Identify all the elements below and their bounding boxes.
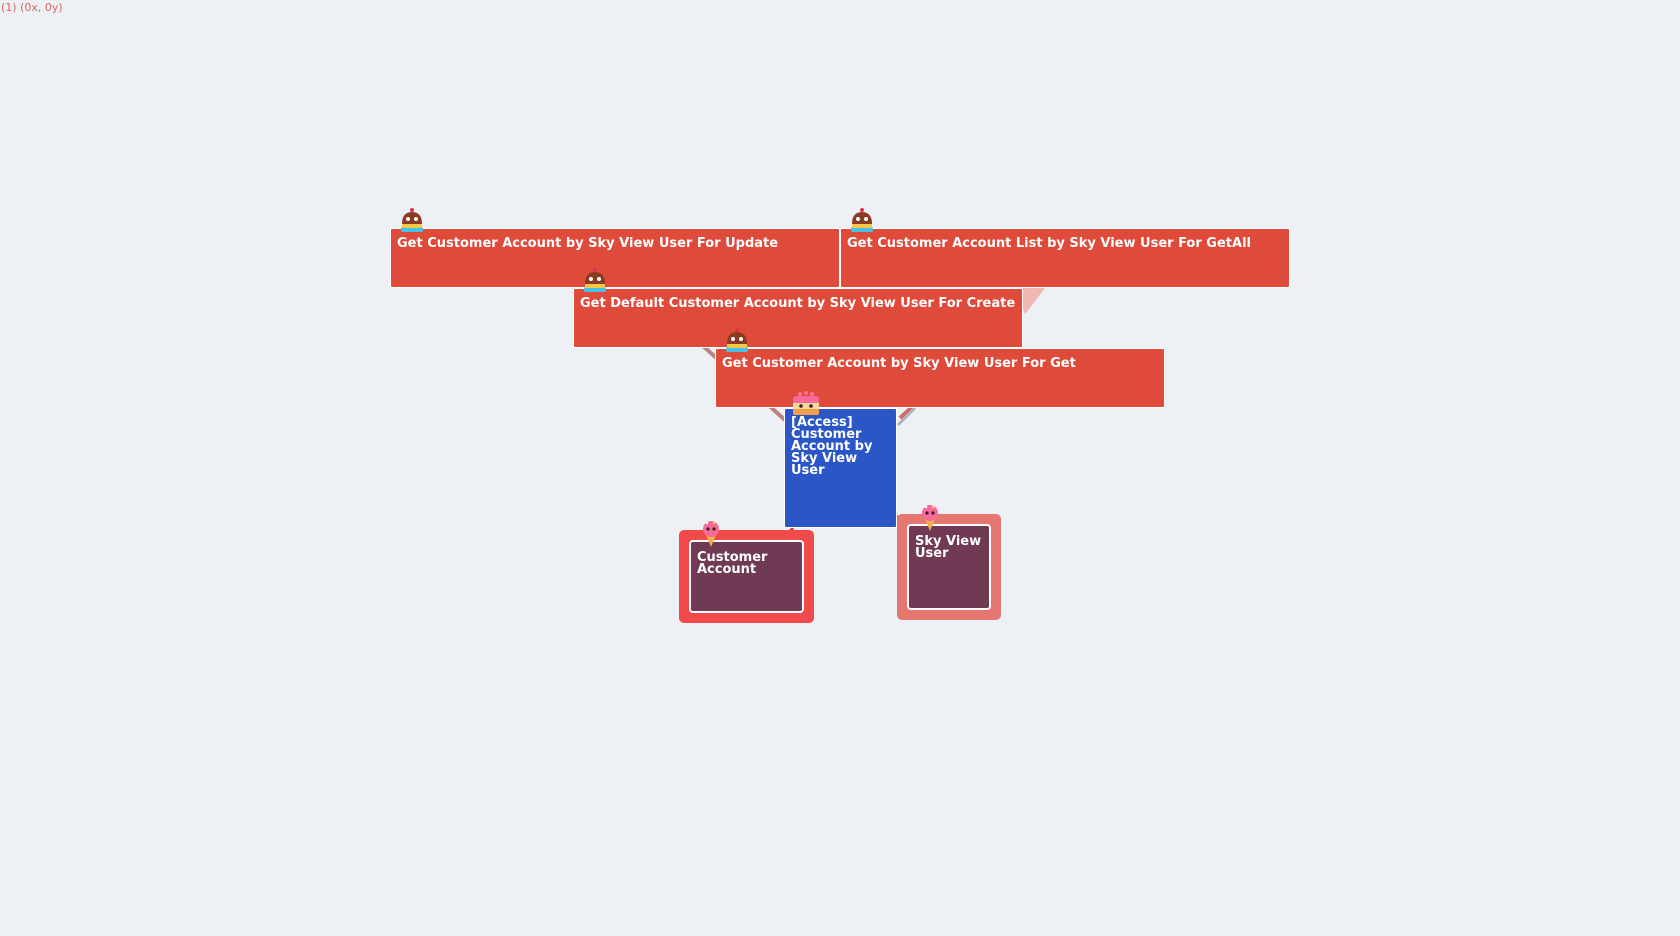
operation-label: Get Default Customer Account by Sky View…: [580, 296, 1016, 311]
diagram-canvas[interactable]: (1) (0x, 0y) Get Customer Account by Sky…: [0, 0, 1680, 936]
entity-node-sky-view-user[interactable]: Sky View User: [897, 514, 1001, 620]
entity-label: Sky View User: [915, 534, 982, 561]
cake-icon: [847, 206, 877, 236]
operation-label: Get Customer Account by Sky View User Fo…: [397, 236, 779, 251]
coordinate-readout: (1) (0x, 0y): [1, 1, 63, 14]
edge-access-to-op-getall-arrow: [1011, 287, 1046, 315]
operation-label: Get Customer Account by Sky View User Fo…: [722, 356, 1076, 371]
ice-cream-icon: [697, 518, 727, 548]
operation-node-getall[interactable]: Get Customer Account List by Sky View Us…: [840, 228, 1290, 288]
entity-label: Customer Account: [697, 550, 768, 577]
cake-icon: [580, 266, 610, 296]
entity-inner-sky-view-user: Sky View User: [907, 524, 991, 610]
entity-inner-customer-account: Customer Account: [689, 540, 804, 613]
access-node[interactable]: [Access] Customer Account by Sky View Us…: [784, 408, 897, 528]
layer-cake-icon: [790, 388, 820, 418]
access-label: [Access] Customer Account by Sky View Us…: [791, 415, 873, 478]
operation-node-update[interactable]: Get Customer Account by Sky View User Fo…: [390, 228, 840, 288]
cake-icon: [722, 326, 752, 356]
operation-label: Get Customer Account List by Sky View Us…: [847, 236, 1251, 251]
cake-icon: [397, 206, 427, 236]
operation-node-get[interactable]: Get Customer Account by Sky View User Fo…: [715, 348, 1165, 408]
edge-access-to-op-get: [896, 406, 917, 427]
ice-cream-icon: [916, 502, 946, 532]
operation-node-create[interactable]: Get Default Customer Account by Sky View…: [573, 288, 1023, 348]
